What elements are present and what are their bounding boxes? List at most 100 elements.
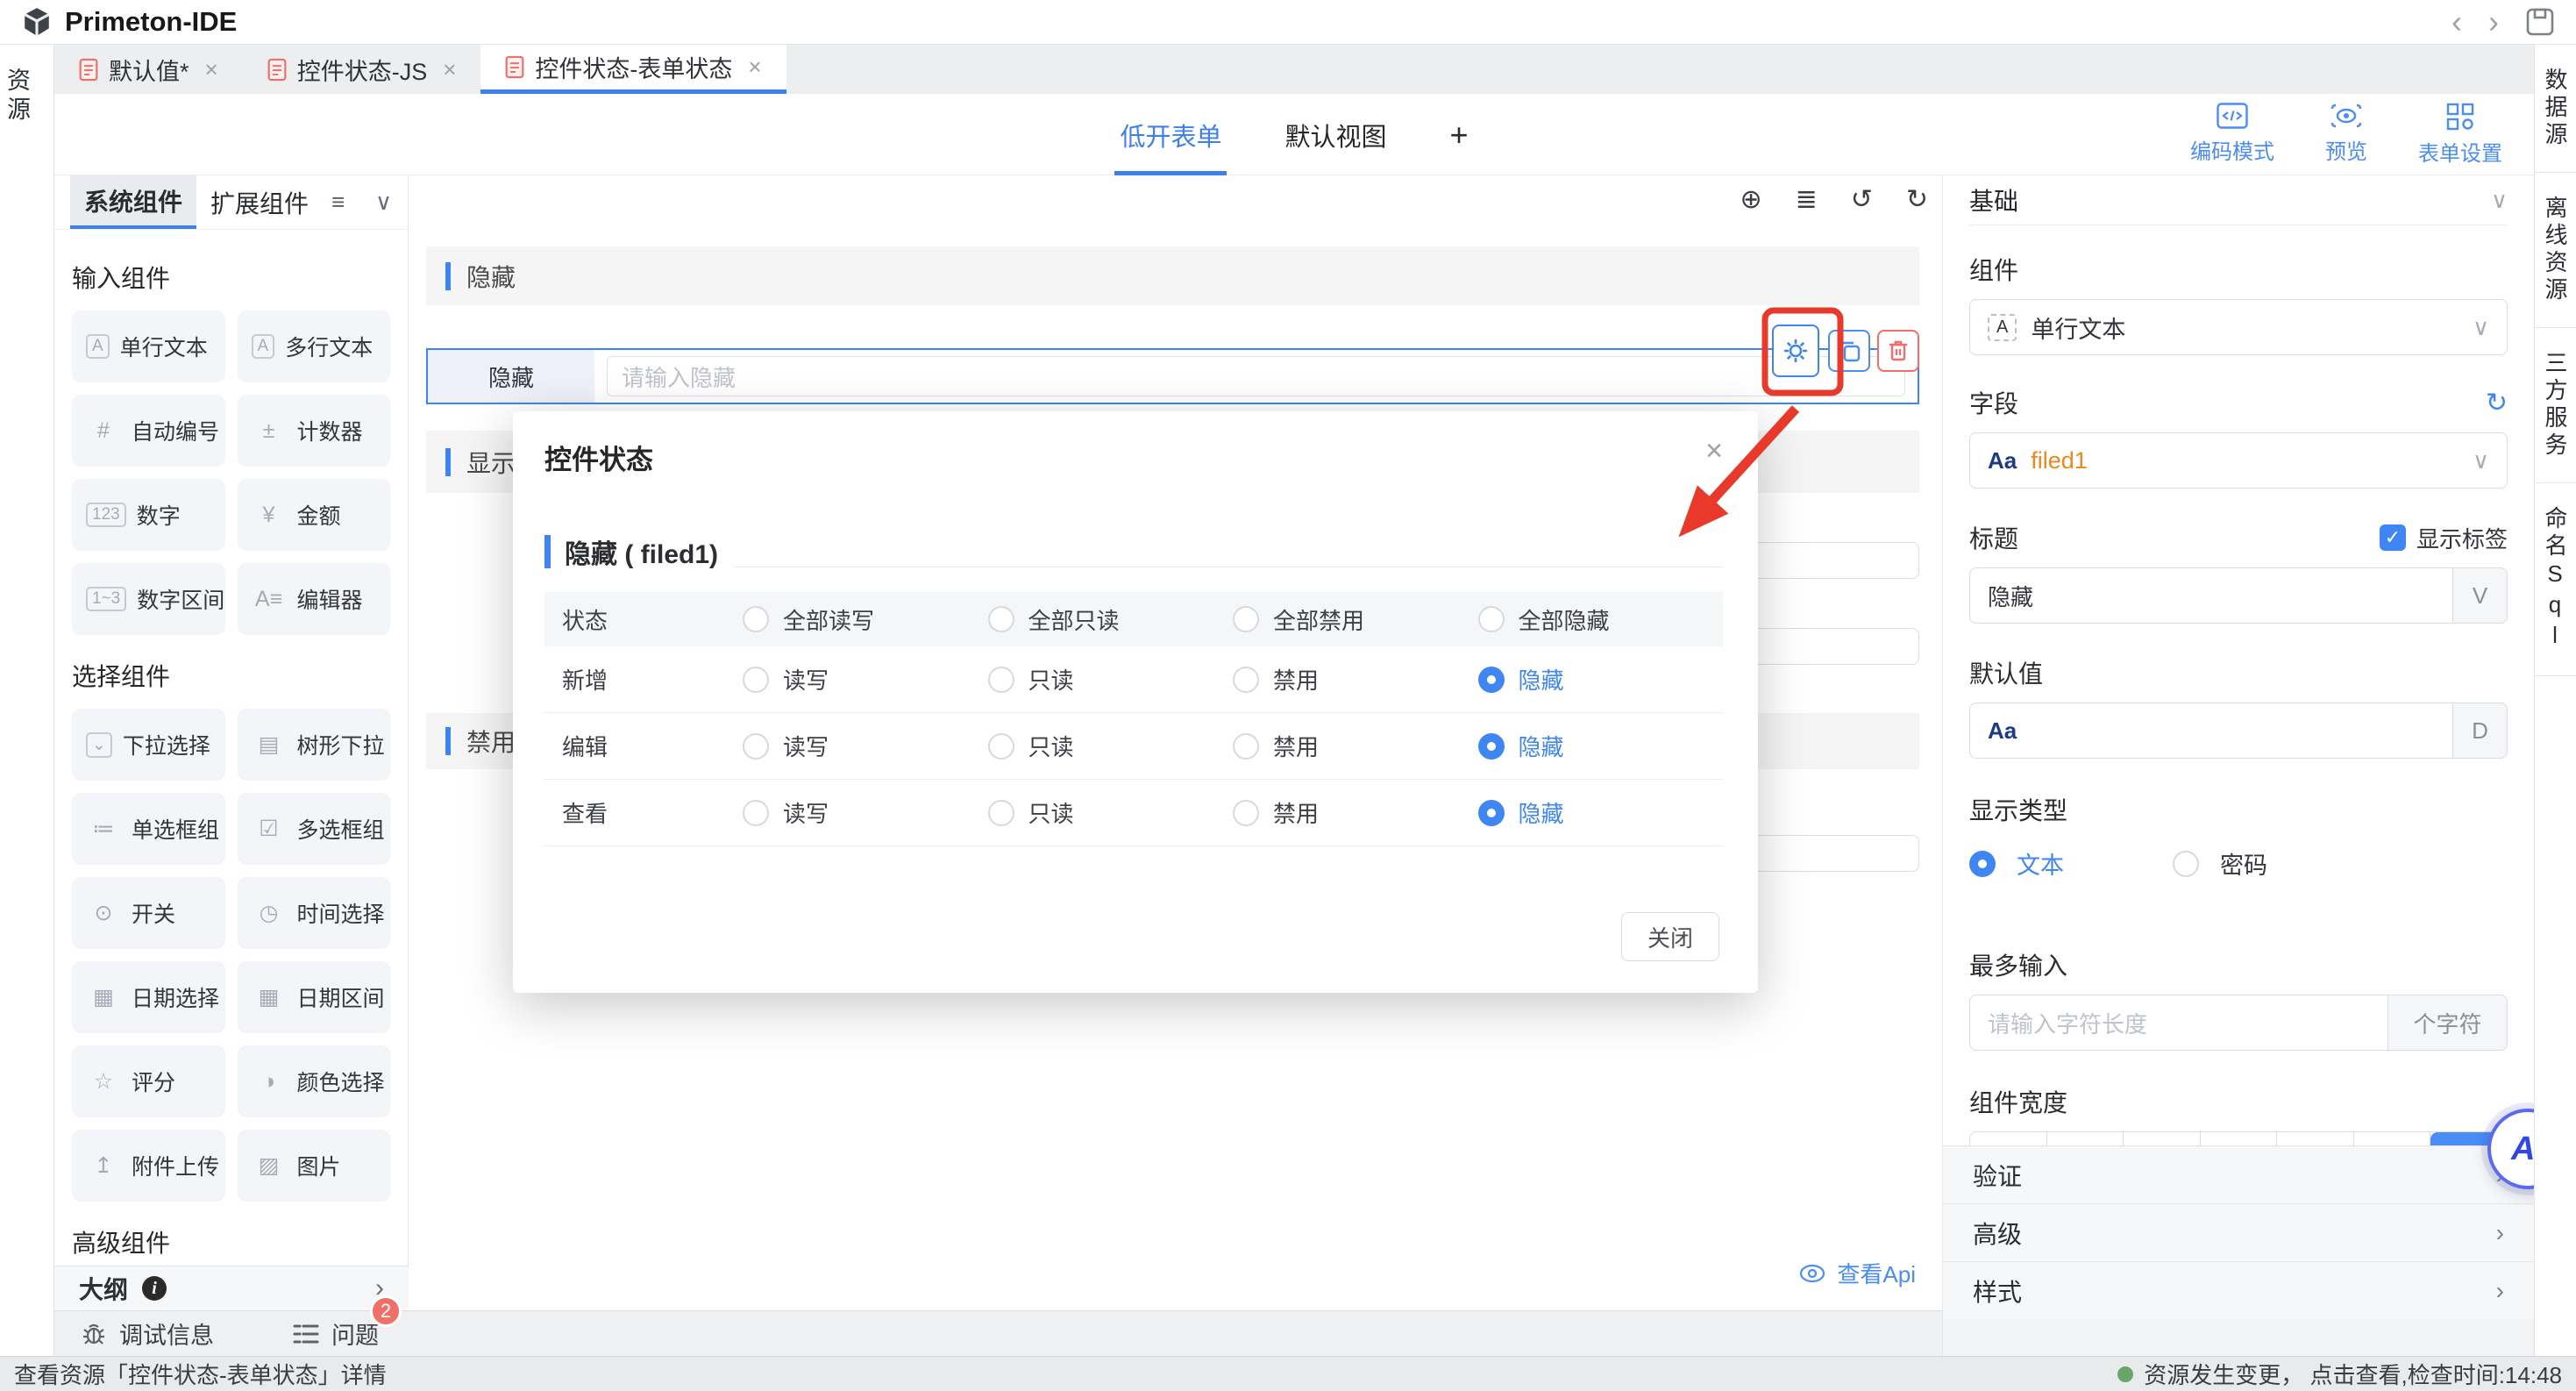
field-delete-button[interactable] [1877,330,1919,372]
radio-password[interactable] [2173,851,2199,877]
strip-item-named-sql[interactable]: 命名Sql [2535,483,2576,676]
default-value-addon[interactable]: D [2453,703,2508,759]
title-input[interactable]: 隐藏 [1969,567,2453,624]
component-menu-icon[interactable]: ≡ [331,175,345,229]
tab-system-components[interactable]: 系统组件 [70,175,196,229]
outline-row[interactable]: 大纲 i › [54,1266,409,1310]
view-tab-lowcode-form[interactable]: 低开表单 [1120,94,1221,175]
header-all-readwrite[interactable]: 全部读写 [743,603,988,636]
field-input[interactable]: 请输入隐藏 [607,356,1905,396]
component-time-picker[interactable]: ◷时间选择 [238,877,391,949]
nav-back-icon[interactable]: ‹ [2451,6,2462,38]
component-image[interactable]: ▨图片 [238,1130,391,1202]
group-hidden[interactable]: 隐藏 [426,246,1919,305]
radio-text-selected[interactable] [1969,851,1996,877]
option-hidden-selected[interactable]: 隐藏 [1478,730,1724,762]
title-input-addon[interactable]: V [2453,567,2508,624]
max-input-field[interactable]: 请输入字符长度 [1969,995,2388,1051]
chevron-down-icon: ∨ [2473,314,2489,341]
code-mode-button[interactable]: 编码模式 [2190,103,2274,167]
selected-field-row[interactable]: 隐藏 请输入隐藏 [426,348,1919,404]
nav-forward-icon[interactable]: › [2488,6,2499,38]
debug-info-button[interactable]: 调试信息 [81,1316,214,1351]
field-copy-button[interactable] [1828,330,1870,372]
component-attachment-upload[interactable]: ↥附件上传 [72,1130,225,1202]
modal-close-button[interactable]: 关闭 [1621,912,1719,961]
tab-extension-components[interactable]: 扩展组件 [196,175,323,229]
close-icon[interactable]: × [1705,434,1723,468]
tab-close-icon[interactable]: × [205,56,218,83]
component-auto-number[interactable]: #自动编号 [72,395,225,467]
status-resource-detail[interactable]: 查看资源「控件状态-表单状态」详情 [14,1358,387,1390]
add-view-button[interactable]: + [1450,117,1469,153]
component-select[interactable]: A 单行文本 ∨ [1969,299,2508,355]
date-range-icon: ▦ [252,984,287,1010]
display-type-label: 显示类型 [1969,792,2508,827]
radio-selected-icon [1478,667,1505,693]
component-tree-dropdown[interactable]: ▤树形下拉 [238,709,391,781]
component-rate[interactable]: ☆评分 [72,1045,225,1117]
component-multi-line-text[interactable]: A多行文本 [238,310,391,382]
component-number[interactable]: 123数字 [72,479,225,551]
table-row-edit: 编辑 读写 只读 禁用 隐藏 [544,713,1723,780]
tab-default-value[interactable]: 默认值* × [54,45,243,94]
code-mode-icon [2217,103,2248,129]
option-disabled[interactable]: 禁用 [1233,730,1478,762]
component-counter[interactable]: ±计数器 [238,395,391,467]
header-all-hidden[interactable]: 全部隐藏 [1478,603,1724,636]
component-date-range[interactable]: ▦日期区间 [238,961,391,1033]
chevron-down-icon[interactable]: ∨ [2491,187,2508,214]
component-date-picker[interactable]: ▦日期选择 [72,961,225,1033]
tab-close-icon[interactable]: × [748,54,761,81]
component-dropdown-select[interactable]: ⌄下拉选择 [72,709,225,781]
redo-icon[interactable]: ↻ [1906,184,1928,215]
option-hidden-selected[interactable]: 隐藏 [1478,663,1724,696]
view-api-link[interactable]: 查看Api [1798,1257,1916,1289]
component-number-range[interactable]: 1~3数字区间 [72,563,225,635]
undo-icon[interactable]: ↺ [1851,184,1873,215]
section-validation[interactable]: 验证 › [1943,1145,2534,1203]
sidebar-collapse-icon[interactable]: ∨ [375,175,392,229]
component-color-picker[interactable]: ◑颜色选择 [238,1045,391,1117]
component-amount[interactable]: ¥金额 [238,479,391,551]
view-tab-default-view[interactable]: 默认视图 [1284,94,1386,175]
option-readwrite[interactable]: 读写 [743,730,988,762]
tab-widget-state-form-state[interactable]: 控件状态-表单状态 × [480,45,786,94]
option-readonly[interactable]: 只读 [988,730,1234,762]
tab-widget-state-js[interactable]: 控件状态-JS × [243,45,481,94]
header-all-readonly[interactable]: 全部只读 [988,603,1234,636]
option-readwrite[interactable]: 读写 [743,663,988,696]
component-switch[interactable]: ⊙开关 [72,877,225,949]
tab-close-icon[interactable]: × [443,56,456,83]
option-readonly[interactable]: 只读 [988,663,1234,696]
component-checkbox-group[interactable]: ☑多选框组 [238,793,391,865]
outline-icon[interactable]: ≣ [1796,184,1818,215]
component-editor[interactable]: A≡编辑器 [238,563,391,635]
issues-button[interactable]: 问题 2 [293,1316,379,1351]
option-disabled[interactable]: 禁用 [1233,663,1478,696]
option-hidden-selected[interactable]: 隐藏 [1478,796,1724,829]
field-select[interactable]: Aa filed1 ∨ [1969,432,2508,489]
strip-item-datasource[interactable]: 数据源 [2535,45,2576,173]
form-settings-button[interactable]: 表单设置 [2418,103,2502,167]
show-label-checkbox[interactable]: ✓ 显示标签 [2380,522,2508,554]
field-settings-gear-button[interactable] [1772,325,1819,377]
globe-icon[interactable]: ⊕ [1740,184,1761,215]
save-icon[interactable] [2525,7,2555,37]
inspector-header[interactable]: 基础 ∨ [1969,175,2508,225]
strip-item-third-party-service[interactable]: 三方服务 [2535,328,2576,483]
option-readonly[interactable]: 只读 [988,796,1234,829]
resource-strip-label[interactable]: 资源 [0,68,53,125]
status-resource-changed[interactable]: 资源发生变更， 点击查看,检查时间:14:48 [2117,1358,2562,1390]
option-readwrite[interactable]: 读写 [743,796,988,829]
option-disabled[interactable]: 禁用 [1233,796,1478,829]
default-value-input[interactable]: Aa [1969,703,2453,759]
component-single-line-text[interactable]: A单行文本 [72,310,225,382]
preview-button[interactable]: 预览 [2325,103,2367,167]
refresh-icon[interactable]: ↻ [2486,388,2508,418]
section-advanced[interactable]: 高级 › [1943,1203,2534,1261]
section-style[interactable]: 样式 › [1943,1261,2534,1319]
strip-item-offline-resource[interactable]: 离线资源 [2535,173,2576,328]
component-radio-group[interactable]: ≔单选框组 [72,793,225,865]
header-all-disabled[interactable]: 全部禁用 [1233,603,1478,636]
